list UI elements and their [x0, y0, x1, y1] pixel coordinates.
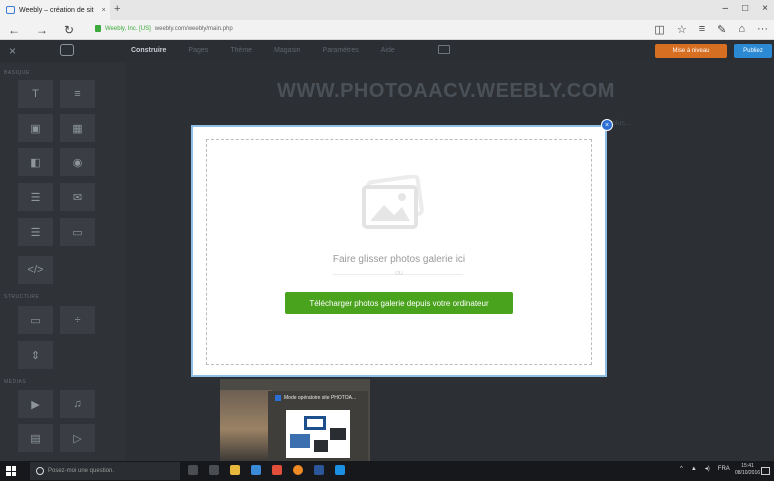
elements-sidebar: BASIQUE STRUCTURE MÉDIAS T ≡ ▣ ▦ ◧ ◉ ☰ ✉ ☰ ▭ </> ▭ ÷… — [0, 62, 126, 461]
picasa-icon[interactable] — [272, 465, 282, 475]
forward-icon[interactable]: → — [36, 23, 48, 37]
cortana-icon — [36, 467, 44, 475]
text-icon[interactable]: ≡ — [60, 80, 95, 108]
back-icon[interactable]: ← — [8, 23, 20, 37]
tab-magasin[interactable]: Magasin — [274, 47, 300, 54]
site-title[interactable]: WWW.PHOTOAACV.WEEBLY.COM — [277, 80, 615, 103]
preview-wallpaper-image — [220, 390, 272, 461]
new-tab-button[interactable]: + — [114, 3, 120, 15]
publish-button[interactable]: Publiez — [734, 44, 772, 58]
more-icon[interactable]: ··· — [757, 23, 768, 36]
divider-icon[interactable]: ÷ — [60, 306, 95, 334]
windows-start-icon[interactable] — [6, 466, 16, 476]
document-icon[interactable]: ▤ — [18, 424, 53, 452]
url-text: weebly.com/weebly/main.php — [154, 25, 233, 32]
clock-time: 15:41 — [741, 463, 754, 469]
firefox-icon[interactable] — [293, 465, 303, 475]
clock-date: 08/10/2016 — [735, 470, 761, 476]
map-icon[interactable]: ◉ — [60, 148, 95, 176]
drop-zone[interactable] — [206, 139, 592, 365]
gallery-icon[interactable]: ▦ — [60, 114, 95, 142]
tab-title: Weebly – création de sit — [19, 6, 94, 14]
section-icon[interactable]: ▭ — [18, 306, 53, 334]
language-indicator[interactable]: FRA — [718, 466, 730, 472]
browser-nav: ← → ↻ — [8, 23, 74, 37]
device-preview-icon[interactable] — [438, 45, 450, 54]
survey-icon[interactable]: ☰ — [18, 218, 53, 246]
tab-aide[interactable]: Aide — [381, 47, 395, 54]
modal-close-icon[interactable]: × — [601, 119, 613, 131]
site-identity: Weebly, Inc. [US] — [105, 25, 151, 32]
tab-pages[interactable]: Pages — [188, 47, 208, 54]
close-window-icon[interactable]: × — [762, 3, 768, 14]
button-icon[interactable]: ▭ — [60, 218, 95, 246]
word-document-icon — [275, 395, 281, 401]
embed-code-icon[interactable]: </> — [18, 256, 53, 284]
taskbar-clock[interactable]: 15:41 08/10/2016 — [735, 463, 760, 477]
weebly-logo-icon — [60, 44, 74, 56]
browser-tab[interactable]: Weebly – création de sit × — [0, 0, 110, 20]
task-view-icon[interactable] — [209, 465, 219, 475]
search-placeholder: Posez-moi une question. — [48, 468, 115, 474]
lock-icon — [95, 25, 101, 32]
microphone-icon[interactable] — [188, 465, 198, 475]
audio-icon[interactable]: ♫ — [60, 390, 95, 418]
editor-close-icon[interactable]: × — [9, 44, 16, 58]
refresh-icon[interactable]: ↻ — [64, 23, 74, 37]
preview-window-title: Mode opératoire site PHOTOA... — [275, 395, 356, 401]
drop-zone-text: Faire glisser photos galerie ici — [332, 254, 466, 265]
system-tray: ^ ▲ ◂) FRA — [680, 465, 730, 473]
maximize-icon[interactable]: □ — [742, 3, 748, 14]
web-note-icon[interactable]: ✎ — [717, 23, 726, 36]
title-icon[interactable]: T — [18, 80, 53, 108]
section-basique: BASIQUE — [4, 70, 30, 76]
site-nav-more[interactable]: plus... — [612, 120, 631, 127]
hub-icon[interactable]: ≡ — [699, 23, 705, 36]
window-controls: – □ × — [723, 3, 768, 14]
action-center-icon[interactable] — [761, 467, 770, 475]
file-explorer-icon[interactable] — [230, 465, 240, 475]
youtube-icon[interactable]: ▷ — [60, 424, 95, 452]
reading-view-icon[interactable]: ◫ — [654, 23, 664, 36]
word-icon[interactable] — [314, 465, 324, 475]
editor-nav: Construire Pages Thème Magasin Paramètre… — [131, 47, 395, 54]
tab-construire[interactable]: Construire — [131, 47, 166, 54]
tab-parametres[interactable]: Paramètres — [323, 47, 359, 54]
mail-icon[interactable]: ✉ — [60, 183, 95, 211]
favorite-star-icon[interactable]: ☆ — [677, 23, 687, 36]
weebly-favicon-icon — [6, 6, 15, 14]
minimize-icon[interactable]: – — [723, 3, 729, 14]
cortana-search-box[interactable]: Posez-moi une question. — [30, 462, 180, 480]
url-field[interactable]: Weebly, Inc. [US] weebly.com/weebly/main… — [95, 25, 233, 32]
upgrade-button[interactable]: Mise à niveau — [655, 44, 727, 58]
share-icon[interactable]: ⌂ — [738, 23, 745, 36]
tab-close-icon[interactable]: × — [102, 7, 106, 14]
network-icon[interactable]: ▲ — [691, 466, 697, 472]
slideshow-icon[interactable]: ◧ — [18, 148, 53, 176]
section-medias: MÉDIAS — [4, 379, 27, 385]
volume-icon[interactable]: ◂) — [705, 465, 710, 472]
preview-title-text: Mode opératoire site PHOTOA... — [284, 395, 357, 401]
image-icon[interactable]: ▣ — [18, 114, 53, 142]
photo-gallery-icon — [358, 174, 426, 233]
show-hidden-icons-icon[interactable]: ^ — [680, 466, 683, 472]
edge-icon[interactable] — [335, 465, 345, 475]
preview-document-image — [286, 410, 350, 458]
video-icon[interactable]: ▶ — [18, 390, 53, 418]
tab-theme[interactable]: Thème — [230, 47, 252, 54]
spacer-icon[interactable]: ⇕ — [18, 341, 53, 369]
store-icon[interactable] — [251, 465, 261, 475]
form-icon[interactable]: ☰ — [18, 183, 53, 211]
taskbar-apps — [188, 465, 345, 475]
browser-toolbar: ◫ ☆ ≡ ✎ ⌂ ··· — [654, 23, 768, 36]
or-label: OU — [395, 271, 403, 277]
upload-from-computer-button[interactable]: Télécharger photos galerie depuis votre … — [285, 292, 513, 314]
section-structure: STRUCTURE — [4, 294, 40, 300]
